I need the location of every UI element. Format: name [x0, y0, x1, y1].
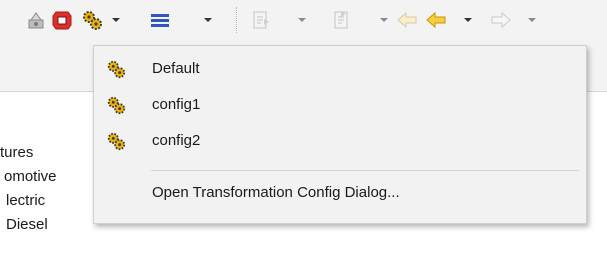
menu-item-label: config1: [152, 96, 201, 113]
menu-separator: [151, 170, 579, 171]
step-into-icon[interactable]: [250, 9, 272, 31]
menu-item-default[interactable]: Default: [94, 52, 586, 86]
chevron-down-icon[interactable]: [110, 12, 122, 28]
menu-item-label: config2: [152, 132, 201, 149]
chevron-down-icon[interactable]: [462, 12, 474, 28]
tree-item[interactable]: omotive: [4, 167, 57, 187]
tree-item[interactable]: Diesel: [6, 215, 48, 235]
chevron-down-icon[interactable]: [378, 12, 390, 28]
menu-item-label: Open Transformation Config Dialog...: [152, 184, 400, 201]
transform-run-icon[interactable]: [25, 9, 47, 31]
layout-lines-icon[interactable]: [149, 9, 171, 31]
chevron-down-icon[interactable]: [202, 12, 214, 28]
tree-item[interactable]: tures: [0, 143, 33, 163]
chevron-down-icon[interactable]: [526, 12, 538, 28]
menu-item-label: Default: [152, 60, 200, 77]
menu-item-config2[interactable]: config2: [94, 124, 586, 158]
tree-item[interactable]: lectric: [6, 191, 45, 211]
gear-config-icon: [106, 59, 126, 79]
gear-config-icon[interactable]: [81, 9, 103, 31]
gear-config-icon: [106, 95, 126, 115]
config-dropdown-menu: Default config1 config2 Open Transformat…: [93, 45, 587, 224]
menu-item-config1[interactable]: config1: [94, 88, 586, 122]
gear-config-icon: [106, 131, 126, 151]
stop-icon[interactable]: [51, 9, 73, 31]
toolbar: [0, 0, 607, 40]
forward-icon[interactable]: [490, 9, 512, 31]
toolbar-separator: [236, 7, 237, 33]
chevron-down-icon[interactable]: [296, 12, 308, 28]
back-active-icon[interactable]: [425, 9, 447, 31]
back-icon[interactable]: [396, 9, 418, 31]
step-over-icon[interactable]: [331, 9, 353, 31]
menu-item-open-config-dialog[interactable]: Open Transformation Config Dialog...: [94, 176, 586, 210]
